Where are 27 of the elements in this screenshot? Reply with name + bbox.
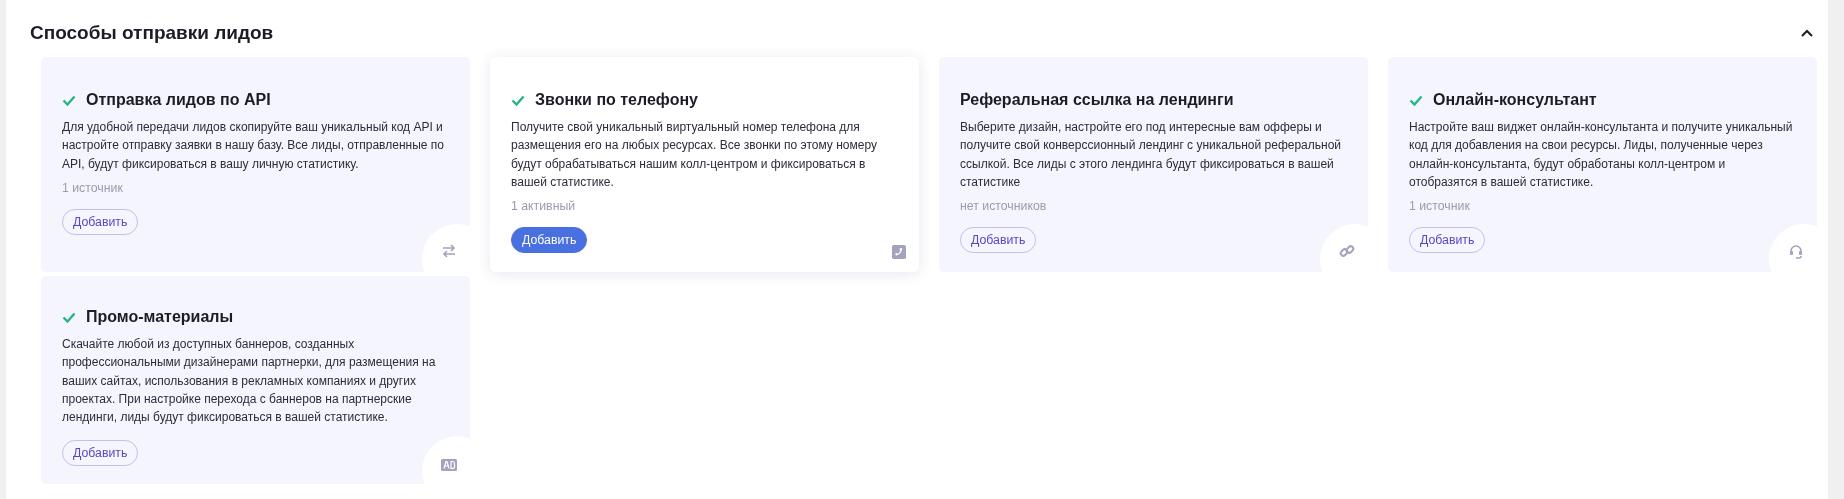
source-count: 1 активный: [511, 199, 577, 214]
card-description: Выберите дизайн, настройте его под интересные вам офферы и получите свой конверссионный лендинг с уникальной реферальной ссылкой. Все лиды с этого лендинга будут фиксироваться в вашей статистике: [960, 119, 1343, 191]
method-card[interactable]: [1388, 57, 1817, 272]
card-description: Настройте ваш виджет онлайн-консультанта и получите уникальный код для добавления на свои ресурсы. Лиды, полученные через онлайн-консультанта, будут обработаны колл-центром и отобразятся в вашей статистике.: [1409, 119, 1794, 191]
card-description: Для удобной передачи лидов скопируйте ваш уникальный код API и настройте отправку заявки в нашу базу. Все лиды, отправленные по API, будут фиксироваться в вашу личную статистику.: [62, 119, 445, 173]
add-button[interactable]: Добавить: [511, 227, 588, 254]
method-card[interactable]: [41, 276, 470, 485]
card-title: Отправка лидов по API: [86, 91, 271, 109]
card-description: Скачайте любой из доступных баннеров, созданных профессиональными дизайнерами партнерки, для размещения на ваших сайтах, использования в рекламных компаниях и других проектах. При настройке перехода с баннеров на партнерские лендинги, лиды будут фиксироваться в вашей статистике.: [62, 336, 437, 427]
source-count: нет источников: [960, 199, 1048, 214]
card-title: Звонки по телефону: [535, 91, 698, 109]
headset-icon: [1788, 243, 1804, 259]
card-description: Получите свой уникальный виртуальный номер телефона для размещения его на любых ресурсах. Все звонки по этому номеру будут обрабатываться нашим колл-центром и фиксироваться в вашей статистике.: [511, 119, 878, 191]
source-count: 1 источник: [62, 180, 124, 195]
phone-icon: [892, 245, 906, 259]
swap-arrows-icon: [441, 243, 457, 259]
method-card[interactable]: [490, 57, 919, 272]
card-title: Промо-материалы: [86, 308, 234, 326]
link-icon: [1339, 243, 1355, 259]
section-title: Способы отправки лидов: [30, 22, 274, 44]
card-title: Реферальная ссылка на лендинги: [960, 91, 1234, 109]
card-title: Онлайн-консультант: [1433, 91, 1597, 109]
source-count: 1 источник: [1409, 199, 1471, 214]
method-card[interactable]: [939, 57, 1368, 272]
ad-icon: [441, 459, 457, 472]
method-card[interactable]: [41, 57, 470, 272]
chevron-up-icon[interactable]: [1800, 28, 1814, 38]
